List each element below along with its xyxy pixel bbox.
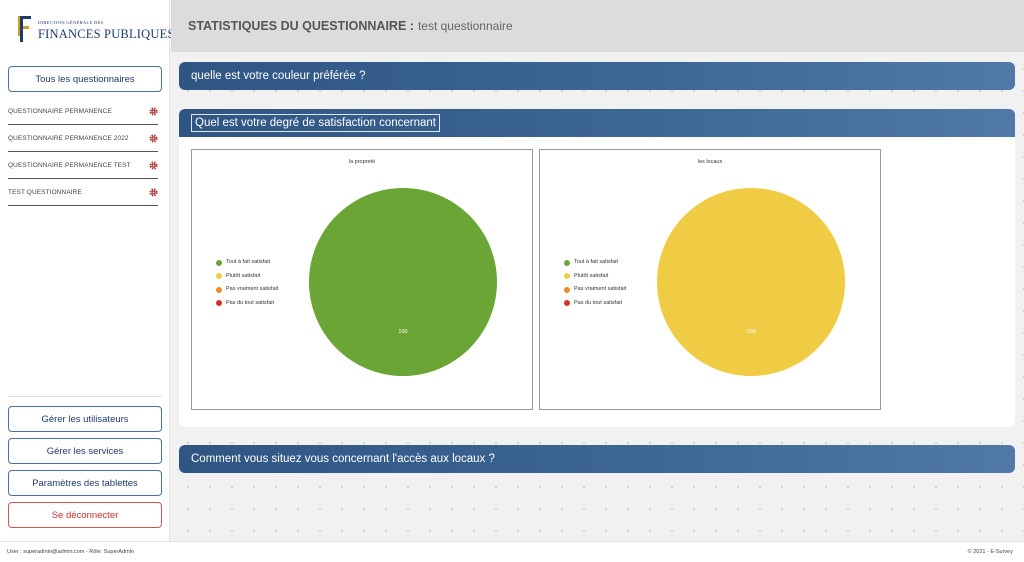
- sidebar: DIRECTION GÉNÉRALE DES FINANCES PUBLIQUE…: [0, 0, 174, 541]
- question-title: quelle est votre couleur préférée ?: [191, 70, 366, 82]
- question-title: Comment vous situez vous concernant l'ac…: [191, 453, 495, 465]
- legend-label: Tout à fait satisfait: [226, 259, 271, 265]
- legend-dot: [216, 273, 222, 279]
- legend-dot: [216, 300, 222, 306]
- legend-item[interactable]: Pas du tout satisfait: [564, 300, 626, 314]
- pie-slice[interactable]: [309, 188, 497, 376]
- question-header[interactable]: Quel est votre degré de satisfaction con…: [179, 109, 1015, 137]
- legend-dot: [216, 286, 222, 293]
- main-content: quelle est votre couleur préférée ? Quel…: [171, 52, 1024, 541]
- pie-slice[interactable]: [657, 188, 845, 376]
- sidebar-divider: [8, 396, 162, 397]
- questionnaire-label: QUESTIONNAIRE PERMANENCE 2022: [8, 135, 129, 142]
- pie-chart-cleanliness: la propreté Tout à fait satisfait Plutôt…: [191, 149, 533, 410]
- page-title: STATISTIQUES DU QUESTIONNAIRE : test ques…: [188, 19, 513, 33]
- questionnaire-label: QUESTIONNAIRE PERMANENCE TEST: [8, 162, 131, 169]
- questionnaire-name: test questionnaire: [417, 19, 513, 33]
- chart-title: les locaux: [697, 159, 723, 165]
- chart-title: la propreté: [348, 159, 376, 165]
- gear-icon[interactable]: [149, 107, 158, 116]
- legend-item[interactable]: Tout à fait satisfait: [216, 259, 278, 273]
- legend-label: Plutôt satisfait: [574, 272, 609, 279]
- question-title: Quel est votre degré de satisfaction con…: [191, 114, 441, 132]
- tablet-settings-button[interactable]: Paramètres des tablettes: [8, 470, 162, 496]
- marianne-logo-icon: [18, 16, 31, 42]
- legend-dot: [564, 300, 570, 306]
- gear-icon[interactable]: [149, 134, 158, 143]
- gear-icon[interactable]: [149, 188, 158, 197]
- legend-dot: [564, 273, 570, 279]
- legend-dot: [564, 259, 570, 266]
- copyright: © 2021 - E-Survey: [967, 549, 1013, 555]
- page-title-label: STATISTIQUES DU QUESTIONNAIRE :: [188, 19, 414, 33]
- dgfip-logo: DIRECTION GÉNÉRALE DES FINANCES PUBLIQUE…: [14, 14, 174, 46]
- legend-label: Pas du tout satisfait: [226, 299, 274, 306]
- question-header[interactable]: Comment vous situez vous concernant l'ac…: [179, 445, 1015, 473]
- pie-chart-svg: 100: [309, 188, 497, 376]
- question-panel: la propreté Tout à fait satisfait Plutôt…: [179, 137, 1015, 427]
- legend-dot: [564, 286, 570, 293]
- legend-label: Tout à fait satisfait: [574, 259, 619, 265]
- manage-users-button[interactable]: Gérer les utilisateurs: [8, 406, 162, 432]
- pie-data-label: 100: [398, 329, 407, 335]
- user-info: User : superadmin@admin.com - Rôle: Supe…: [7, 549, 134, 555]
- questionnaire-item[interactable]: QUESTIONNAIRE PERMANENCE: [8, 99, 158, 125]
- legend-label: Pas vraiment satisfait: [226, 286, 279, 292]
- questionnaire-label: QUESTIONNAIRE PERMANENCE: [8, 108, 112, 115]
- question-header[interactable]: quelle est votre couleur préférée ?: [179, 62, 1015, 90]
- logo-title: FINANCES PUBLIQUES: [38, 27, 175, 41]
- logo-subtitle: DIRECTION GÉNÉRALE DES: [38, 20, 104, 25]
- legend-label: Plutôt satisfait: [226, 272, 261, 279]
- gear-icon[interactable]: [149, 161, 158, 170]
- legend-item[interactable]: Tout à fait satisfait: [564, 259, 626, 273]
- all-questionnaires-button[interactable]: Tous les questionnaires: [8, 66, 162, 92]
- questionnaire-item[interactable]: QUESTIONNAIRE PERMANENCE TEST: [8, 153, 158, 179]
- chart-legend: Tout à fait satisfait Plutôt satisfait P…: [564, 259, 626, 313]
- page-header: STATISTIQUES DU QUESTIONNAIRE : test ques…: [171, 0, 1024, 52]
- legend-item[interactable]: Plutôt satisfait: [564, 273, 626, 287]
- legend-label: Pas du tout satisfait: [574, 299, 622, 306]
- legend-label: Pas vraiment satisfait: [574, 286, 627, 292]
- pie-chart-premises: les locaux Tout à fait satisfait Plutôt …: [539, 149, 881, 410]
- chart-legend: Tout à fait satisfait Plutôt satisfait P…: [216, 259, 278, 313]
- footer: User : superadmin@admin.com - Rôle: Supe…: [0, 541, 1024, 562]
- logout-button[interactable]: Se déconnecter: [8, 502, 162, 528]
- legend-dot: [216, 259, 222, 266]
- legend-item[interactable]: Pas vraiment satisfait: [564, 286, 626, 300]
- pie-chart-svg: 100: [657, 188, 845, 376]
- questionnaire-label: TEST QUESTIONNAIRE: [8, 189, 82, 196]
- questionnaire-item[interactable]: TEST QUESTIONNAIRE: [8, 180, 158, 206]
- pie-data-label: 100: [746, 329, 755, 335]
- questionnaire-item[interactable]: QUESTIONNAIRE PERMANENCE 2022: [8, 126, 158, 152]
- legend-item[interactable]: Pas vraiment satisfait: [216, 286, 278, 300]
- manage-services-button[interactable]: Gérer les services: [8, 438, 162, 464]
- legend-item[interactable]: Plutôt satisfait: [216, 273, 278, 287]
- legend-item[interactable]: Pas du tout satisfait: [216, 300, 278, 314]
